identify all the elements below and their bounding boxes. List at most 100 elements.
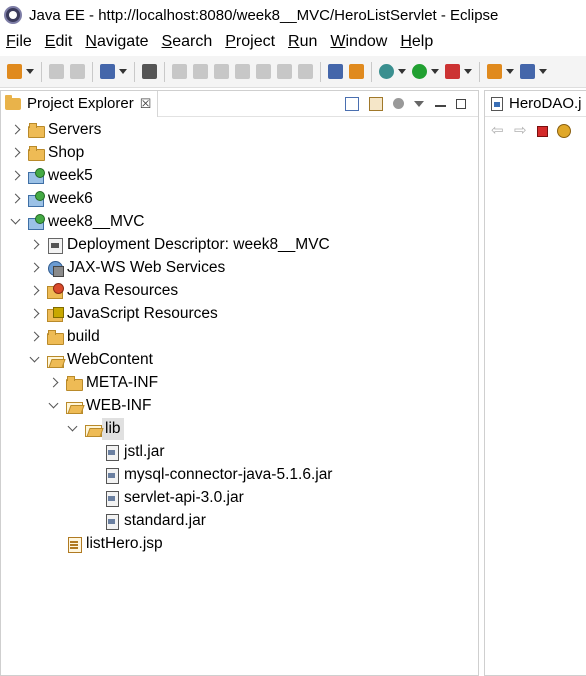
- terminate-icon[interactable]: [214, 64, 229, 79]
- main-toolbar: [0, 56, 586, 88]
- tree-node[interactable]: standard.jar: [86, 510, 206, 532]
- new-java-class-icon[interactable]: [520, 64, 535, 79]
- skip-breakpoints-icon[interactable]: [142, 64, 157, 79]
- collapsed-arrow-icon[interactable]: [29, 331, 41, 343]
- tree-node-label: lib: [102, 418, 124, 440]
- tree-node[interactable]: Servers: [10, 119, 101, 141]
- tree-node-label: listHero.jsp: [86, 535, 163, 552]
- tree-node[interactable]: week6: [10, 188, 93, 210]
- suspend-icon[interactable]: [193, 64, 208, 79]
- tab-herodao[interactable]: HeroDAO.j: [485, 91, 582, 117]
- editor-header: HeroDAO.j: [485, 91, 586, 117]
- tree-node[interactable]: week8__MVC: [10, 211, 145, 233]
- view-menu-icon[interactable]: [414, 100, 424, 107]
- menu-run[interactable]: Run: [288, 33, 317, 51]
- back-arrow-icon[interactable]: [491, 121, 505, 139]
- tree-node[interactable]: META-INF: [48, 372, 158, 394]
- expanded-arrow-icon[interactable]: [67, 423, 79, 435]
- tree-node-label: build: [67, 328, 100, 345]
- collapsed-arrow-icon[interactable]: [29, 262, 41, 274]
- expanded-arrow-icon[interactable]: [29, 354, 41, 366]
- forward-arrow-icon[interactable]: [514, 121, 528, 139]
- tree-node[interactable]: week5: [10, 165, 93, 187]
- toggle-icon[interactable]: [328, 64, 343, 79]
- server-run-icon[interactable]: [445, 64, 460, 79]
- new-java-class-dropdown-icon[interactable]: [539, 69, 547, 74]
- step-into-icon[interactable]: [256, 64, 271, 79]
- folder-icon: [66, 375, 83, 391]
- tree-node[interactable]: listHero.jsp: [48, 533, 163, 555]
- eclipse-icon: [4, 6, 22, 24]
- menu-project[interactable]: Project: [225, 33, 275, 51]
- toolbar-separator: [164, 61, 165, 82]
- step-return-icon[interactable]: [298, 64, 313, 79]
- collapsed-arrow-icon[interactable]: [10, 170, 22, 182]
- collapsed-arrow-icon[interactable]: [10, 147, 22, 159]
- run-icon[interactable]: [412, 64, 427, 79]
- tree-node[interactable]: Java Resources: [29, 280, 178, 302]
- collapsed-arrow-icon[interactable]: [10, 193, 22, 205]
- save-icon[interactable]: [49, 64, 64, 79]
- tree-node[interactable]: WebContent: [29, 349, 153, 371]
- maximize-icon[interactable]: [456, 98, 466, 109]
- collapsed-arrow-icon[interactable]: [29, 285, 41, 297]
- title-bar: Java EE - http://localhost:8080/week8__M…: [0, 0, 586, 30]
- tree-node[interactable]: JAX-WS Web Services: [29, 257, 225, 279]
- tree-node[interactable]: mysql-connector-java-5.1.6.jar: [86, 464, 332, 486]
- project-explorer-view: Project Explorer ☒ Servers Shop week5 week6…: [0, 90, 479, 676]
- external-tools-icon[interactable]: [349, 64, 364, 79]
- tree-node[interactable]: Deployment Descriptor: week8__MVC: [29, 234, 330, 256]
- collapse-all-icon[interactable]: [345, 96, 359, 111]
- java-resources-icon: [47, 283, 64, 299]
- new-dropdown-icon[interactable]: [26, 69, 34, 74]
- toolbar-separator: [371, 61, 372, 82]
- expanded-arrow-icon[interactable]: [10, 216, 22, 228]
- run-dropdown-icon[interactable]: [431, 69, 439, 74]
- deployment-descriptor-icon: [47, 237, 63, 254]
- server-run-dropdown-icon[interactable]: [464, 69, 472, 74]
- collapsed-arrow-icon[interactable]: [29, 308, 41, 320]
- new-server-icon[interactable]: [487, 64, 502, 79]
- collapsed-arrow-icon[interactable]: [10, 124, 22, 136]
- console-icon[interactable]: [100, 64, 115, 79]
- new-server-dropdown-icon[interactable]: [506, 69, 514, 74]
- menu-edit[interactable]: Edit: [45, 33, 73, 51]
- expanded-arrow-icon[interactable]: [48, 400, 60, 412]
- tree-node[interactable]: lib: [67, 418, 124, 440]
- jar-icon: [104, 444, 120, 461]
- javascript-resources-icon: [47, 306, 64, 322]
- web-project-icon: [28, 191, 45, 207]
- save-all-icon[interactable]: [70, 64, 85, 79]
- close-icon[interactable]: ☒: [140, 96, 152, 112]
- tree-node[interactable]: build: [29, 326, 100, 348]
- tab-project-explorer[interactable]: Project Explorer ☒: [1, 90, 159, 117]
- minimize-icon[interactable]: [435, 105, 446, 107]
- tree-node[interactable]: jstl.jar: [86, 441, 164, 463]
- resume-icon[interactable]: [172, 64, 187, 79]
- tree-node[interactable]: Shop: [10, 142, 84, 164]
- java-file-icon: [491, 96, 503, 111]
- menu-search[interactable]: Search: [162, 33, 213, 51]
- menu-file[interactable]: File: [6, 33, 32, 51]
- toolbar-separator: [92, 61, 93, 82]
- disconnect-icon[interactable]: [235, 64, 250, 79]
- new-icon[interactable]: [7, 64, 22, 79]
- tree-node[interactable]: servlet-api-3.0.jar: [86, 487, 244, 509]
- tree-node[interactable]: JavaScript Resources: [29, 303, 218, 325]
- collapsed-arrow-icon[interactable]: [48, 377, 60, 389]
- tree-node[interactable]: WEB-INF: [48, 395, 151, 417]
- tree-node-label: jstl.jar: [124, 443, 165, 460]
- menu-window[interactable]: Window: [330, 33, 387, 51]
- debug-icon[interactable]: [379, 64, 394, 79]
- menu-navigate[interactable]: Navigate: [85, 33, 148, 51]
- console-dropdown-icon[interactable]: [119, 69, 127, 74]
- debug-dropdown-icon[interactable]: [398, 69, 406, 74]
- stop-icon[interactable]: [537, 125, 548, 137]
- menu-help[interactable]: Help: [400, 33, 433, 51]
- window-title: Java EE - http://localhost:8080/week8__M…: [29, 6, 499, 24]
- link-with-editor-icon[interactable]: [369, 96, 383, 111]
- step-over-icon[interactable]: [277, 64, 292, 79]
- collapsed-arrow-icon[interactable]: [29, 239, 41, 251]
- filter-icon[interactable]: [393, 98, 404, 109]
- refresh-icon[interactable]: [557, 124, 571, 138]
